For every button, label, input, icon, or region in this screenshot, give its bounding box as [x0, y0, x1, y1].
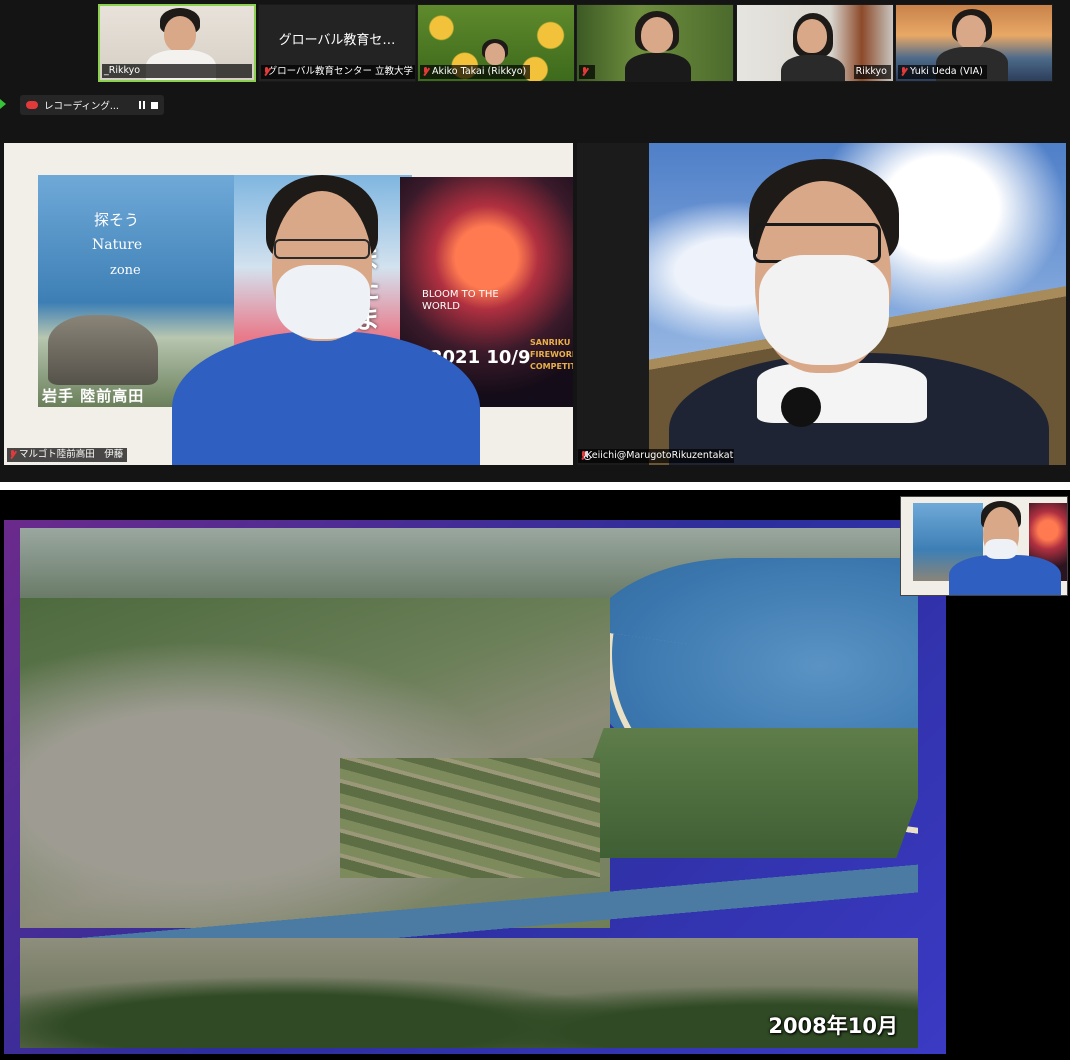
poster-text: SANRIKU FIREWORKS COMPETITION — [530, 338, 573, 371]
participant-name: Keiichi@MarugotoRikuzentakata — [578, 449, 734, 463]
face-mask — [759, 255, 889, 365]
speaker-video-left[interactable]: 探そう Nature zone 岩手 陸前高田 またまあるぞ。 BLOOM TO… — [4, 143, 573, 465]
muted-mic-icon — [422, 67, 429, 77]
river — [20, 828, 918, 948]
microphone-icon — [781, 387, 821, 427]
face-mask — [276, 265, 370, 339]
gallery-panel: _Rikkyo グローバル教育セ… グローバル教育センター 立教大学 Akiko… — [0, 0, 1070, 482]
video-gap — [577, 143, 649, 465]
recording-label: レコーディング... — [44, 101, 119, 112]
participant-name: Yuki Ueda (VIA) — [898, 65, 987, 79]
presenter-pip-video[interactable] — [900, 496, 1068, 596]
poster-text: zone — [110, 263, 141, 278]
participant-name — [579, 65, 595, 79]
participant-tile[interactable]: Rikkyo — [736, 4, 894, 82]
poster-text: Nature — [92, 237, 143, 253]
participant-tile[interactable]: Akiko Takai (Rikkyo) — [417, 4, 575, 82]
muted-mic-icon — [581, 67, 588, 77]
expand-arrow-icon[interactable] — [0, 99, 6, 109]
participant-tile[interactable]: Yuki Ueda (VIA) — [895, 4, 1053, 82]
participant-name: Akiko Takai (Rikkyo) — [420, 65, 531, 79]
participant-tile[interactable]: _Rikkyo — [98, 4, 256, 82]
glasses-icon — [274, 239, 370, 259]
pause-recording-button[interactable] — [139, 101, 145, 109]
participant-name: マルゴト陸前高田 伊藤 — [7, 448, 128, 462]
speaker-video-right[interactable] — [649, 143, 1066, 465]
participant-tile-text: グローバル教育セ… — [278, 33, 396, 48]
poster-text: BLOOM TO THE WORLD — [422, 289, 499, 312]
muted-mic-icon — [900, 67, 907, 77]
stop-recording-button[interactable] — [151, 101, 158, 109]
aerial-photo: 2008年10月 — [20, 528, 918, 1048]
participant-tile[interactable] — [576, 4, 734, 82]
muted-mic-icon — [9, 450, 16, 460]
presenter-body — [172, 331, 480, 465]
participant-tile[interactable]: グローバル教育セ… グローバル教育センター 立教大学 — [258, 4, 416, 82]
participant-name: グローバル教育センター 立教大学 — [261, 65, 415, 79]
slide-caption: 2008年10月 — [768, 1014, 898, 1038]
poster-text: 探そう — [94, 211, 140, 229]
recording-indicator: レコーディング... — [20, 95, 164, 115]
cloud-recording-icon — [26, 101, 38, 109]
participant-name: Rikkyo — [853, 65, 891, 79]
poster-text: 岩手 陸前高田 — [42, 387, 145, 405]
muted-mic-icon — [263, 67, 267, 77]
participant-name: _Rikkyo — [102, 64, 252, 78]
